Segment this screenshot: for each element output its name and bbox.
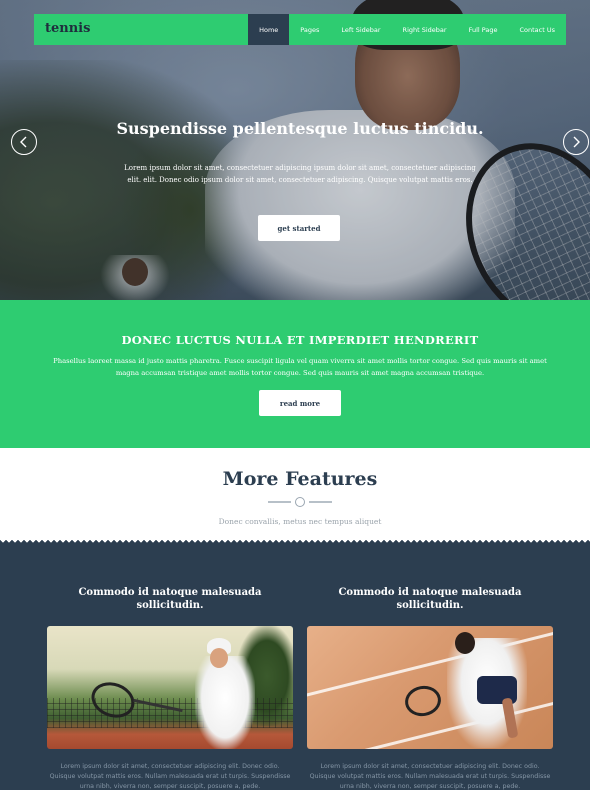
feature-columns-section: Commodo id natoque malesuada sollicitudi… [0,546,590,790]
main-navbar: tennis Home Pages Left Sidebar Right Sid… [34,14,566,45]
features-header: More Features Donec convallis, metus nec… [0,448,590,543]
image-face [210,648,228,668]
feature-image-woman-tennis[interactable] [47,626,293,749]
feature-image-man-tennis[interactable] [307,626,553,749]
hero-text: Lorem ipsum dolor sit amet, consectetuer… [124,164,476,184]
image-head [455,632,475,654]
image-player [195,656,255,749]
hero-title: Suspendisse pellentesque luctus tincidu. [116,119,484,138]
features-subtitle: Donec convallis, metus nec tempus alique… [218,517,382,526]
nav-menu: Home Pages Left Sidebar Right Sidebar Fu… [248,14,566,45]
nav-item-full-page[interactable]: Full Page [458,14,509,45]
divider-line [268,501,291,503]
hero-slider: tennis Home Pages Left Sidebar Right Sid… [0,0,590,300]
hero-overlay [0,0,590,300]
site-logo[interactable]: tennis [45,21,90,36]
features-heading: More Features [222,468,378,490]
feature-column-heading: Commodo id natoque malesuada sollicitudi… [78,587,262,611]
image-net [47,698,293,728]
nav-item-right-sidebar[interactable]: Right Sidebar [392,14,458,45]
divider-line [309,501,332,503]
feature-column-text: Lorem ipsum dolor sit amet, consectetuer… [309,763,551,790]
callout-text: Phasellus laoreet massa id justo mattis … [53,357,547,377]
image-racket [402,683,444,719]
callout-heading: DONEC LUCTUS NULLA ET IMPERDIET HENDRERI… [121,333,479,347]
feature-column-text: Lorem ipsum dolor sit amet, consectetuer… [49,763,291,790]
nav-item-home[interactable]: Home [248,14,290,45]
feature-column-heading: Commodo id natoque malesuada sollicitudi… [338,587,522,611]
read-more-button[interactable]: read more [259,390,341,416]
get-started-button[interactable]: get started [258,215,340,241]
callout-section: DONEC LUCTUS NULLA ET IMPERDIET HENDRERI… [0,300,590,448]
nav-item-pages[interactable]: Pages [289,14,330,45]
section-divider [268,496,332,508]
nav-item-contact-us[interactable]: Contact Us [509,14,567,45]
nav-item-left-sidebar[interactable]: Left Sidebar [330,14,391,45]
divider-circle-icon [295,497,305,507]
